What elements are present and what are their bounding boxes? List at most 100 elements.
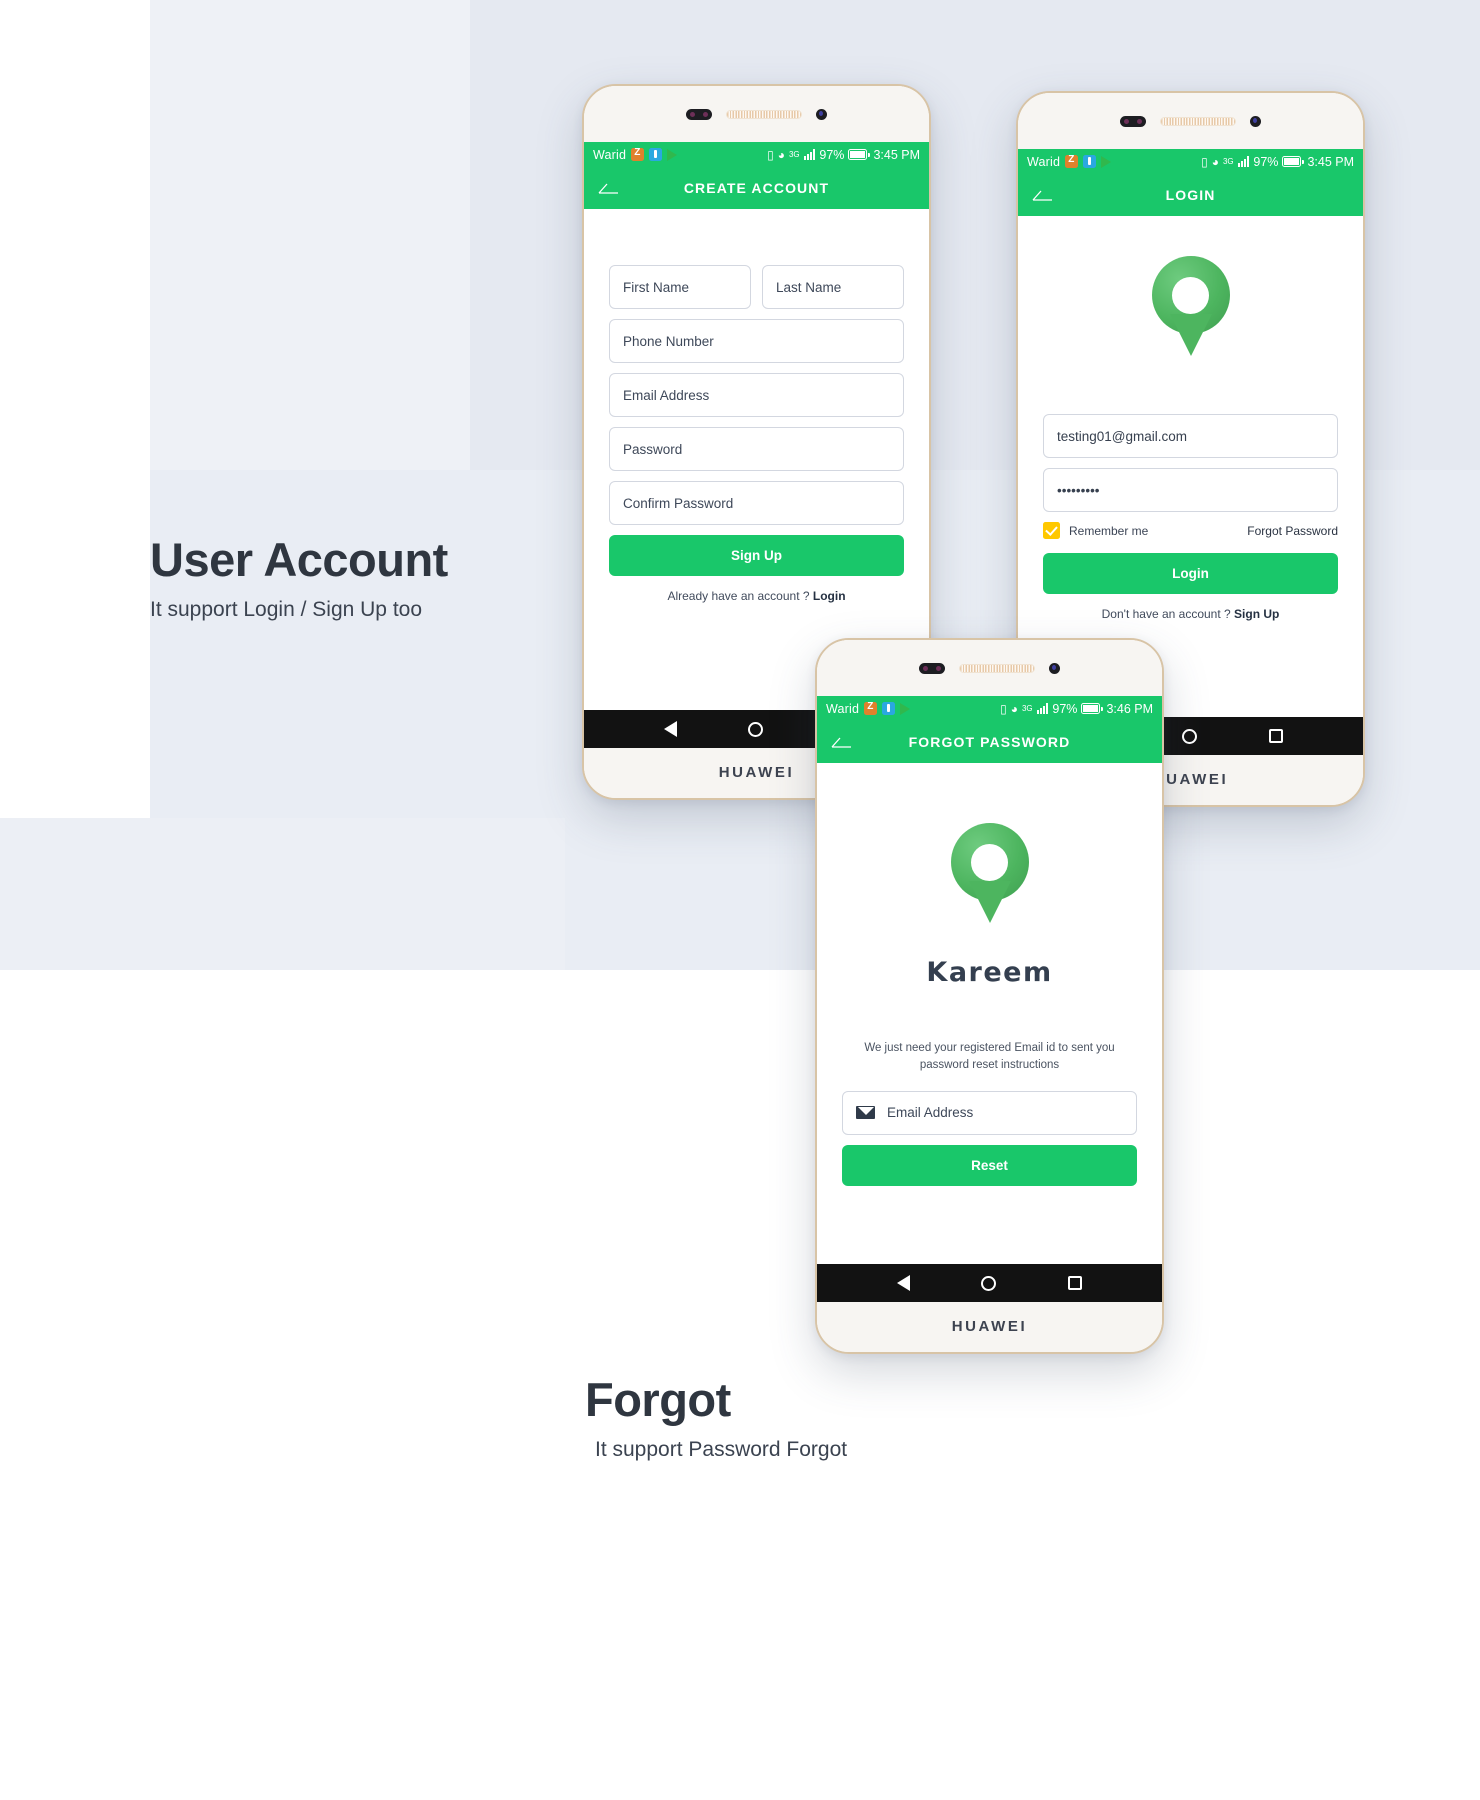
caption-title: User Account (150, 533, 448, 586)
proximity-sensor-icon (816, 108, 827, 120)
caption-forgot: Forgot It support Password Forgot (585, 1375, 847, 1462)
status-bar: Warid ▯ ◕ 3G 97% 3:45 PM (1018, 149, 1363, 174)
back-arrow-icon[interactable] (1032, 189, 1054, 201)
signup-link[interactable]: Sign Up (1234, 607, 1279, 621)
battery-icon (1282, 156, 1304, 167)
phone-mockup-forgot-password: Warid ▯ ◕ 3G 97% 3:46 PM FORGOT PASSWORD (815, 638, 1164, 1354)
reset-button[interactable]: Reset (842, 1144, 1137, 1186)
proximity-sensor-icon (1250, 115, 1261, 127)
carrier-label: Warid (1027, 154, 1061, 169)
app-bar-title: LOGIN (1165, 187, 1216, 203)
battery-percent-label: 97% (819, 147, 845, 162)
zong-app-icon (864, 701, 878, 715)
phone-bezel-top (584, 86, 929, 142)
circle-home-icon[interactable] (981, 1275, 997, 1291)
app-bar: FORGOT PASSWORD (817, 721, 1162, 763)
usb-icon (649, 148, 663, 161)
sign-up-button[interactable]: Sign Up (609, 535, 904, 576)
dot-pattern-decoration (0, 8, 138, 270)
signup-prompt-text: Don't have an account ? (1101, 607, 1231, 621)
email-placeholder: Email Address (887, 1105, 974, 1120)
forgot-password-link[interactable]: Forgot Password (1247, 524, 1338, 538)
play-store-icon (1101, 155, 1112, 168)
front-camera-icon (1120, 115, 1146, 127)
email-address-input[interactable]: Email Address (609, 373, 904, 417)
status-bar: Warid ▯ ◕ 3G 97% 3:45 PM (584, 142, 929, 167)
circle-home-icon[interactable] (1182, 728, 1198, 744)
forgot-helper-text: We just need your registered Email id to… (817, 1040, 1162, 1075)
signup-prompt: Don't have an account ? Sign Up (1043, 607, 1338, 621)
square-recents-icon[interactable] (1269, 729, 1284, 743)
triangle-back-icon[interactable] (663, 721, 677, 737)
screen-login: Warid ▯ ◕ 3G 97% 3:45 PM LOGIN (1018, 149, 1363, 717)
usb-icon (882, 702, 896, 715)
earpiece-speaker-icon (726, 109, 802, 119)
phone-number-input[interactable]: Phone Number (609, 319, 904, 363)
battery-percent-label: 97% (1253, 154, 1279, 169)
front-camera-icon (686, 108, 712, 120)
last-name-input[interactable]: Last Name (762, 265, 904, 309)
login-button[interactable]: Login (1043, 553, 1338, 594)
wifi-icon: ◕ (1211, 154, 1219, 169)
vendor-logo: HUAWEI (718, 763, 795, 781)
remember-me-checkbox[interactable] (1043, 522, 1060, 539)
zong-app-icon (1065, 154, 1079, 168)
carrier-label: Warid (593, 147, 627, 162)
clock-label: 3:45 PM (873, 147, 920, 162)
triangle-back-icon[interactable] (896, 1275, 910, 1291)
battery-percent-label: 97% (1052, 701, 1078, 716)
carrier-label: Warid (826, 701, 860, 716)
helper-line-2: password reset instructions (919, 1059, 1060, 1072)
back-arrow-icon[interactable] (831, 736, 853, 748)
android-nav-bar (817, 1264, 1162, 1302)
forgot-form: Email Address Reset (817, 1090, 1162, 1186)
email-input[interactable]: testing01@gmail.com (1043, 414, 1338, 458)
signal-bars-icon (1237, 156, 1250, 167)
remember-me-label: Remember me (1069, 523, 1149, 538)
login-form: testing01@gmail.com ••••••••• Remember m… (1018, 414, 1363, 621)
location-pin-icon (950, 823, 1029, 923)
phone-bezel-top (817, 640, 1162, 696)
caption-title: Forgot (585, 1373, 731, 1426)
signal-bars-icon (1036, 703, 1049, 714)
confirm-password-input[interactable]: Confirm Password (609, 481, 904, 525)
password-input[interactable]: Password (609, 427, 904, 471)
back-arrow-icon[interactable] (598, 182, 620, 194)
phone-chin: HUAWEI (817, 1302, 1162, 1350)
clock-label: 3:46 PM (1106, 701, 1153, 716)
play-store-icon (667, 148, 678, 161)
status-bar: Warid ▯ ◕ 3G 97% 3:46 PM (817, 696, 1162, 721)
vendor-logo: HUAWEI (1152, 770, 1229, 788)
app-bar-title: CREATE ACCOUNT (683, 180, 830, 196)
phone-bezel-top (1018, 93, 1363, 149)
network-type-label: 3G (1222, 157, 1234, 166)
first-name-input[interactable]: First Name (609, 265, 751, 309)
battery-icon (848, 149, 870, 160)
password-input[interactable]: ••••••••• (1043, 468, 1338, 512)
remember-row: Remember me Forgot Password (1043, 522, 1338, 539)
login-link[interactable]: Login (813, 589, 846, 603)
earpiece-speaker-icon (1160, 116, 1236, 126)
proximity-sensor-icon (1049, 662, 1060, 674)
earpiece-speaker-icon (959, 663, 1035, 673)
caption-user-account: User Account It support Login / Sign Up … (150, 535, 448, 622)
screen-forgot-password: Warid ▯ ◕ 3G 97% 3:46 PM FORGOT PASSWORD (817, 696, 1162, 1264)
play-store-icon (900, 702, 911, 715)
location-pin-icon (1151, 256, 1230, 356)
square-recents-icon[interactable] (1068, 1276, 1083, 1290)
clock-label: 3:45 PM (1307, 154, 1354, 169)
network-type-label: 3G (1021, 704, 1033, 713)
email-address-input[interactable]: Email Address (842, 1090, 1137, 1135)
vibrate-icon: ▯ (1000, 701, 1007, 716)
wifi-icon: ◕ (777, 147, 785, 162)
usb-icon (1083, 155, 1097, 168)
signup-form: First Name Last Name Phone Number Email … (584, 265, 929, 603)
screen-create-account: Warid ▯ ◕ 3G 97% 3:45 PM CREATE ACCOUNT (584, 142, 929, 710)
background-left-panel (150, 0, 470, 470)
login-prompt: Already have an account ? Login (609, 589, 904, 603)
app-bar-title: FORGOT PASSWORD (908, 734, 1071, 750)
circle-home-icon[interactable] (748, 721, 764, 737)
wifi-icon: ◕ (1010, 701, 1018, 716)
login-prompt-text: Already have an account ? (667, 589, 810, 603)
caption-subtitle: It support Login / Sign Up too (150, 598, 423, 622)
